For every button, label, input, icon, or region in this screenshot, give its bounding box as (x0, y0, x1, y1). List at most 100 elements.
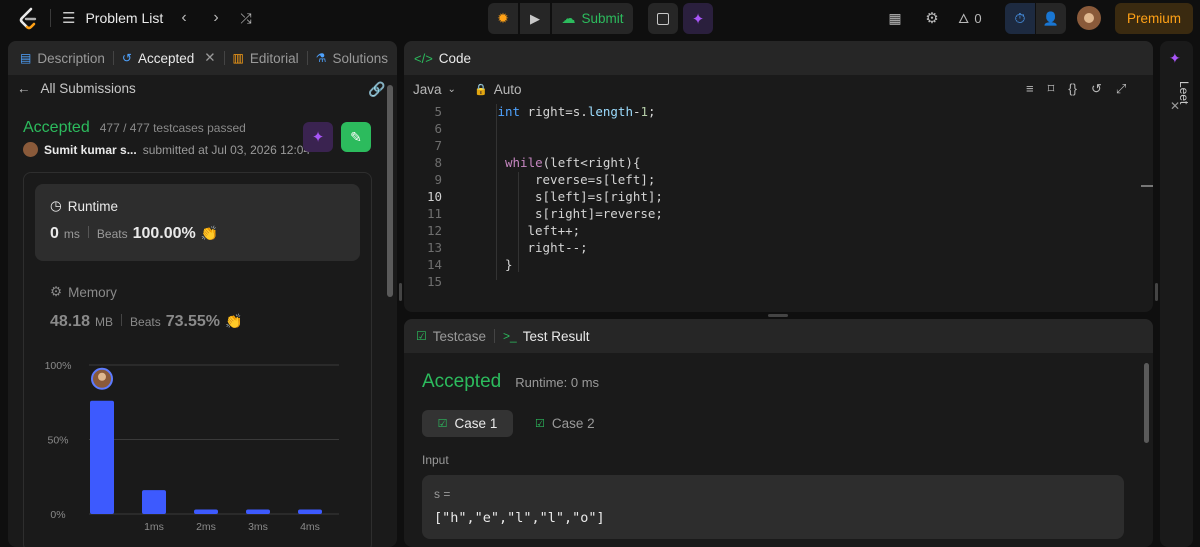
tab-editorial[interactable]: ▥ Editorial (225, 51, 307, 66)
bar (298, 509, 322, 514)
var-name: s = (434, 487, 451, 501)
indent-guide (518, 172, 519, 272)
vertical-resize-handle[interactable] (399, 283, 402, 301)
streak-count: 0 (974, 10, 982, 26)
line-number: 9 (434, 172, 442, 187)
edit-button[interactable]: ✎ (341, 122, 371, 152)
code-line: left++; (527, 223, 581, 238)
line-number: 15 (426, 274, 442, 289)
expand-icon[interactable]: ⤢ (1116, 81, 1126, 97)
clap-icon: 👏 (225, 313, 243, 329)
test-tabs: ☑ Testcase >_ Test Result (404, 319, 1153, 353)
runtime-distribution-chart[interactable]: 100% 50% 0% 1ms 2ms 3ms 4ms (24, 358, 354, 538)
close-icon[interactable]: ✕ (1170, 99, 1180, 113)
code-toolbar: ≡ ⌑ {} ↺ ⤢ (1026, 81, 1126, 97)
close-icon[interactable]: ✕ (204, 50, 215, 66)
edit-icon: ✎ (350, 128, 362, 145)
case-1-tab[interactable]: ☑ Case 1 (422, 410, 513, 437)
indent-guide (496, 104, 497, 280)
language-select[interactable]: Java ⌄ (413, 82, 456, 97)
runtime-card[interactable]: ◷ Runtime 0 ms Beats 100.00% 👏 (35, 184, 360, 261)
runtime-beats: 100.00% (132, 225, 196, 242)
bar (246, 509, 270, 514)
tab-description[interactable]: ▤ Description (8, 51, 113, 66)
reset-icon[interactable]: ↺ (1091, 81, 1102, 97)
streak-counter[interactable]: 🜂 0 (958, 6, 982, 30)
code-editor[interactable]: 5 int right=s.length-1; 6 7 8 while(left<righ… (404, 104, 1139, 294)
analyze-button[interactable]: ✦ (303, 122, 333, 152)
divider (87, 226, 89, 238)
line-number: 5 (434, 104, 442, 119)
tab-solutions[interactable]: ⚗ Solutions (308, 51, 396, 66)
random-problem-button[interactable]: ⤮ (232, 4, 260, 32)
tab-accepted-label: Accepted (137, 50, 195, 66)
submit-button[interactable]: ☁ Submit (552, 3, 633, 34)
grid-icon: ▦ (888, 9, 902, 26)
notes-button[interactable] (648, 3, 678, 34)
link-icon[interactable]: 🔗 (368, 81, 385, 98)
avatar[interactable] (1077, 6, 1101, 30)
vertical-resize-handle[interactable] (1155, 283, 1158, 301)
input-label: Input (422, 453, 449, 467)
lock-icon: 🔒 (474, 84, 488, 96)
sparkle-icon[interactable]: ✦ (1169, 50, 1181, 67)
premium-button[interactable]: Premium (1115, 3, 1193, 34)
check-icon: ☑ (437, 418, 448, 430)
problem-list-button[interactable]: ☰ Problem List (62, 6, 163, 30)
bar (90, 400, 114, 514)
list-icon: ☰ (62, 10, 76, 27)
username[interactable]: Sumit kumar s... (44, 143, 137, 157)
submission-header: Accepted 477 / 477 testcases passed (23, 119, 246, 137)
memory-title-row[interactable]: ⚙ Memory (50, 284, 117, 300)
submitted-at: submitted at Jul 03, 2026 12:04 (142, 142, 311, 157)
tab-code[interactable]: </> Code (404, 51, 479, 66)
check-icon: ☑ (535, 418, 545, 430)
debug-button[interactable]: ✹ (488, 3, 518, 34)
line-number: 7 (434, 138, 442, 153)
format-icon[interactable]: ≡ (1026, 81, 1034, 97)
left-panel: ▤ Description ↺ Accepted ✕ ▥ Editorial ⚗… (8, 41, 397, 547)
code-line: right--; (527, 240, 588, 255)
fire-icon: 🜂 (958, 11, 970, 26)
tab-testcase[interactable]: ☑ Testcase (404, 329, 494, 344)
runtime-unit: ms (63, 227, 80, 241)
user-icon (1084, 13, 1094, 23)
checkbox-icon: ☑ (416, 329, 427, 343)
scrollbar-marker (1141, 185, 1153, 187)
braces-icon[interactable]: {} (1068, 81, 1077, 97)
line-number: 14 (426, 257, 442, 272)
line-number: 13 (426, 240, 442, 255)
x-tick-label: 4ms (300, 521, 320, 533)
invite-button[interactable]: 👤 (1036, 3, 1066, 34)
divider (50, 9, 51, 27)
chevron-down-icon: ⌄ (447, 84, 456, 95)
settings-button[interactable]: ⚙ (918, 4, 946, 32)
bookmark-icon[interactable]: ⌑ (1048, 81, 1055, 97)
horizontal-resize-handle[interactable] (768, 314, 788, 317)
leetcode-logo[interactable] (17, 7, 41, 31)
sparkle-icon: ✦ (691, 10, 705, 28)
line-number: 10 (426, 189, 442, 204)
result-header: Accepted Runtime: 0 ms (422, 371, 599, 393)
submit-label: Submit (581, 11, 624, 26)
arrow-left-icon: ← (17, 81, 31, 96)
tab-test-result[interactable]: >_ Test Result (495, 329, 597, 344)
case-2-tab[interactable]: ☑ Case 2 (535, 410, 595, 437)
prev-problem-button[interactable]: ‹ (170, 4, 198, 32)
layout-button[interactable]: ▦ (881, 4, 909, 32)
run-button[interactable]: ▶ (520, 3, 550, 34)
tab-accepted[interactable]: ↺ Accepted ✕ (114, 50, 224, 66)
timer-button[interactable]: ⏱ (1005, 3, 1035, 34)
auto-mode[interactable]: 🔒 Auto (474, 82, 521, 97)
scrollbar[interactable] (387, 85, 393, 297)
case-2-label: Case 2 (551, 416, 595, 431)
ai-assist-button[interactable]: ✦ (683, 3, 713, 34)
test-panel: ☑ Testcase >_ Test Result Accepted Runti… (404, 319, 1153, 547)
play-icon: ▶ (530, 10, 540, 26)
scrollbar[interactable] (1144, 363, 1149, 443)
mode-label: Auto (493, 82, 522, 97)
problem-list-label: Problem List (85, 10, 164, 26)
code-icon: </> (414, 50, 433, 66)
next-problem-button[interactable]: › (202, 4, 230, 32)
all-submissions-link[interactable]: ← All Submissions (17, 81, 136, 96)
